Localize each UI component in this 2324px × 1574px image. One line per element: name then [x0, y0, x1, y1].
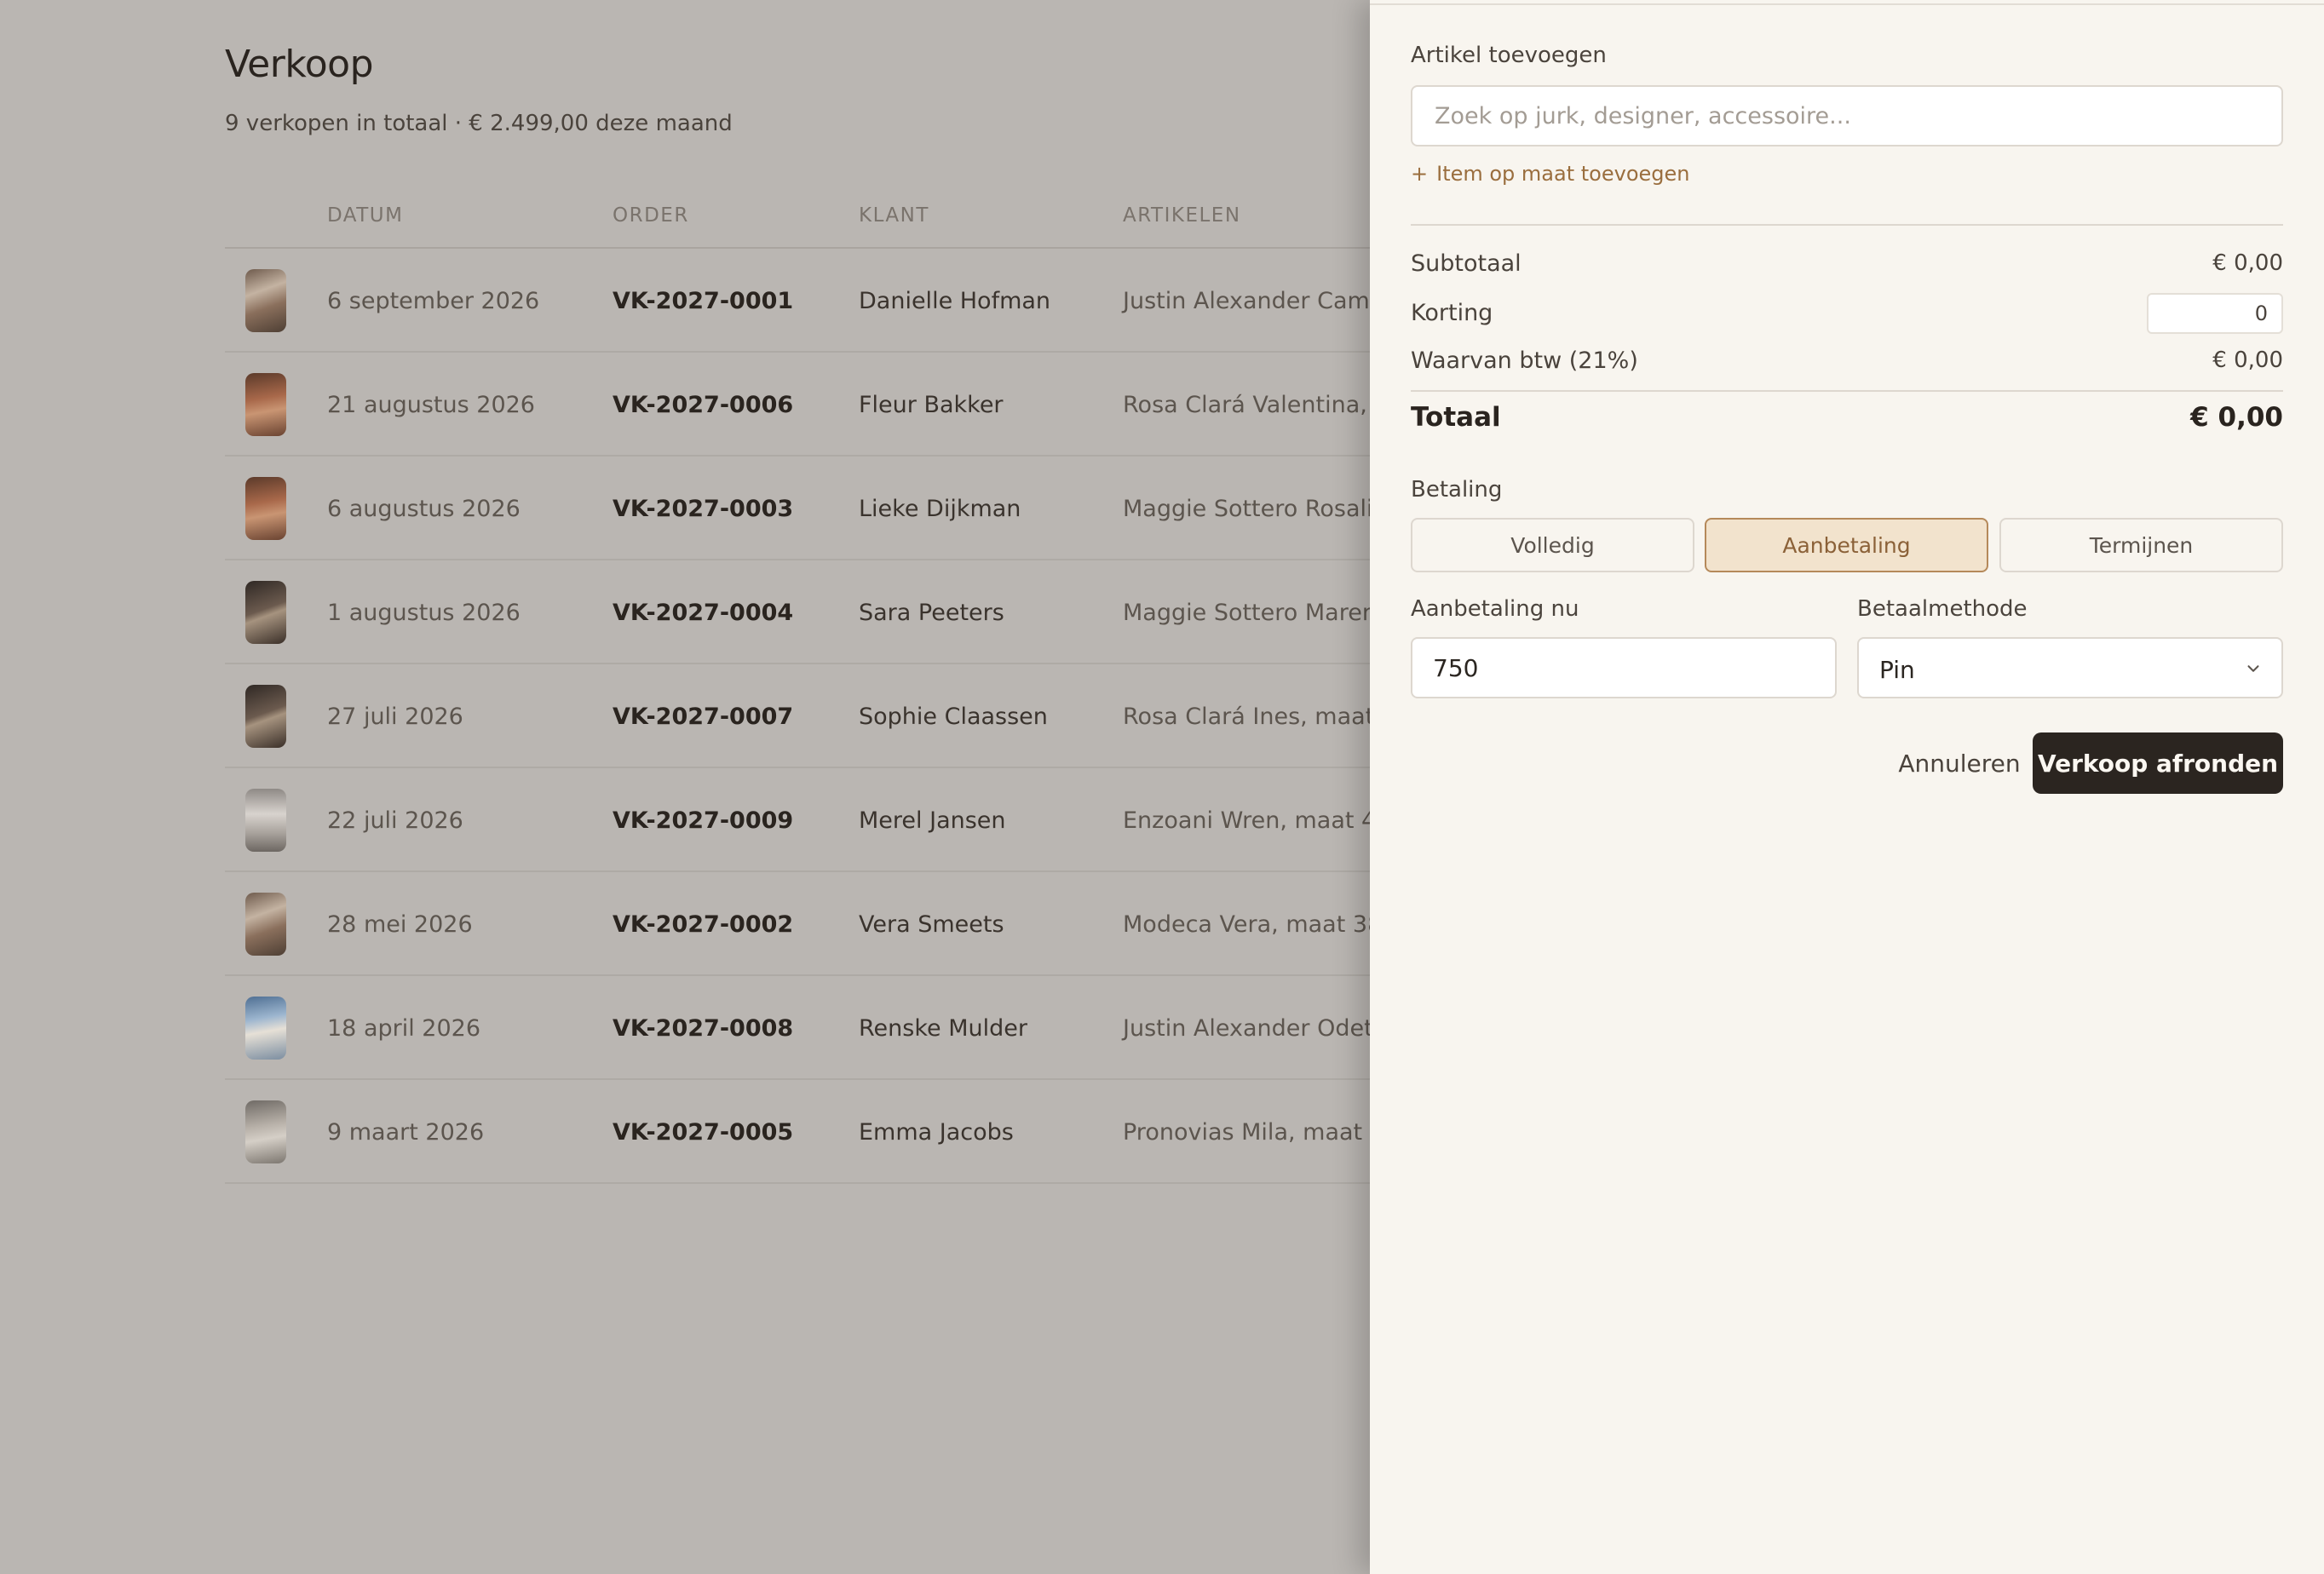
item-search-input[interactable]: [1411, 85, 2283, 146]
client-name: Vera Smeets: [859, 911, 1004, 938]
payment-label: Betaling: [1411, 477, 1503, 503]
table-body: 6 september 2026 VK-2027-0001 Danielle Hof…: [225, 249, 1417, 1184]
order-number: VK-2027-0008: [613, 1015, 794, 1042]
discount-label: Korting: [1411, 300, 1493, 326]
discount-input[interactable]: [2147, 293, 2283, 334]
table-row[interactable]: 18 april 2026 VK-2027-0008 Renske Mulder Ju…: [225, 976, 1401, 1080]
dress-thumbnail: [245, 581, 286, 644]
dress-thumbnail: [245, 685, 286, 748]
client-name: Sara Peeters: [859, 600, 1004, 626]
sale-date: 18 april 2026: [327, 1015, 481, 1042]
client-name: Emma Jacobs: [859, 1119, 1014, 1146]
drawer-top-border: [1370, 0, 2324, 5]
table-row[interactable]: 6 augustus 2026 VK-2027-0003 Lieke Dijkman…: [225, 457, 1402, 560]
order-number: VK-2027-0004: [613, 600, 794, 626]
table-row[interactable]: 9 maart 2026 VK-2027-0005 Emma Jacobs Prono…: [225, 1080, 1406, 1184]
order-number: VK-2027-0007: [613, 704, 794, 730]
order-number: VK-2027-0005: [613, 1119, 794, 1146]
sale-date: 6 september 2026: [327, 288, 540, 314]
deposit-now-label: Aanbetaling nu: [1411, 596, 1579, 622]
deposit-amount-input[interactable]: [1411, 637, 1837, 698]
total-value: € 0,00: [2190, 402, 2283, 433]
items-summary: Justin Alexander Odette: [1123, 1015, 1396, 1042]
order-number: VK-2027-0009: [613, 807, 794, 834]
subtotal-label: Subtotaal: [1411, 250, 1522, 277]
sale-date: 1 augustus 2026: [327, 600, 521, 626]
payment-option-installments[interactable]: Termijnen: [1999, 518, 2283, 572]
divider: [1411, 390, 2283, 392]
items-summary: Justin Alexander Camille: [1123, 288, 1403, 314]
dress-thumbnail: [245, 373, 286, 436]
client-name: Sophie Claassen: [859, 704, 1048, 730]
table-row[interactable]: 28 mei 2026 VK-2027-0002 Vera Smeets Modeca…: [225, 872, 1417, 976]
chevron-down-icon: [2247, 665, 2259, 672]
sale-date: 27 juli 2026: [327, 704, 463, 730]
vat-value: € 0,00: [2212, 348, 2283, 373]
sale-date: 6 augustus 2026: [327, 496, 521, 522]
order-number: VK-2027-0001: [613, 288, 794, 314]
sale-date: 21 augustus 2026: [327, 392, 535, 418]
dress-thumbnail: [245, 477, 286, 540]
column-header-date[interactable]: DATUM: [327, 204, 403, 227]
sale-date: 28 mei 2026: [327, 911, 473, 938]
items-summary: Maggie Sottero Rosalind: [1123, 496, 1402, 522]
column-header-client[interactable]: KLANT: [859, 204, 929, 227]
items-summary: Rosa Clará Valentina, ma: [1123, 392, 1412, 418]
client-name: Merel Jansen: [859, 807, 1006, 834]
sales-table: DATUM ORDER KLANT ARTIKELEN 6 september …: [225, 186, 1417, 1184]
table-row[interactable]: 21 augustus 2026 VK-2027-0006 Fleur Bakker…: [225, 353, 1411, 457]
payment-method-select[interactable]: Pin: [1857, 637, 2283, 698]
divider: [1411, 224, 2283, 226]
vat-label: Waarvan btw (21%): [1411, 348, 1638, 374]
payment-method-label: Betaalmethode: [1857, 596, 2028, 622]
dress-thumbnail: [245, 893, 286, 956]
items-summary: Rosa Clará Ines, maat 40: [1123, 704, 1412, 730]
subtotal-value: € 0,00: [2212, 250, 2283, 276]
dress-thumbnail: [245, 789, 286, 852]
column-header-items[interactable]: ARTIKELEN: [1123, 204, 1241, 227]
client-name: Lieke Dijkman: [859, 496, 1021, 522]
total-label: Totaal: [1411, 402, 1501, 433]
add-custom-item-label: Item op maat toevoegen: [1436, 162, 1690, 186]
table-row[interactable]: 1 augustus 2026 VK-2027-0004 Sara Peeters M…: [225, 560, 1413, 664]
table-header: DATUM ORDER KLANT ARTIKELEN: [225, 186, 1401, 249]
page-title: Verkoop: [225, 43, 374, 86]
items-summary: Enzoani Wren, maat 40, I: [1123, 807, 1412, 834]
order-number: VK-2027-0002: [613, 911, 794, 938]
plus-icon: +: [1411, 162, 1429, 186]
table-row[interactable]: 6 september 2026 VK-2027-0001 Danielle Hof…: [225, 249, 1403, 353]
client-name: Danielle Hofman: [859, 288, 1051, 314]
payment-method-value: Pin: [1879, 656, 1915, 684]
client-name: Fleur Bakker: [859, 392, 1004, 418]
order-number: VK-2027-0003: [613, 496, 794, 522]
dress-thumbnail: [245, 269, 286, 332]
dress-thumbnail: [245, 997, 286, 1060]
page-subtitle: 9 verkopen in totaal · € 2.499,00 deze m…: [225, 111, 733, 136]
items-summary: Pronovias Mila, maat 38,: [1123, 1119, 1406, 1146]
payment-option-full[interactable]: Volledig: [1411, 518, 1694, 572]
new-sale-drawer: Artikel toevoegen + Item op maat toevoege…: [1370, 0, 2324, 1574]
sale-date: 9 maart 2026: [327, 1119, 485, 1146]
add-item-label: Artikel toevoegen: [1411, 43, 1607, 68]
dress-thumbnail: [245, 1100, 286, 1163]
payment-option-deposit[interactable]: Aanbetaling: [1705, 518, 1988, 572]
cancel-button[interactable]: Annuleren: [1857, 732, 2062, 794]
add-custom-item-button[interactable]: + Item op maat toevoegen: [1411, 162, 1689, 186]
order-number: VK-2027-0006: [613, 392, 794, 418]
column-header-order[interactable]: ORDER: [613, 204, 689, 227]
complete-sale-button[interactable]: Verkoop afronden: [2033, 732, 2283, 794]
sale-date: 22 juli 2026: [327, 807, 463, 834]
table-row[interactable]: 22 juli 2026 VK-2027-0009 Merel Jansen Enzo…: [225, 768, 1412, 872]
client-name: Renske Mulder: [859, 1015, 1027, 1042]
table-row[interactable]: 27 juli 2026 VK-2027-0007 Sophie Claassen R…: [225, 664, 1411, 768]
